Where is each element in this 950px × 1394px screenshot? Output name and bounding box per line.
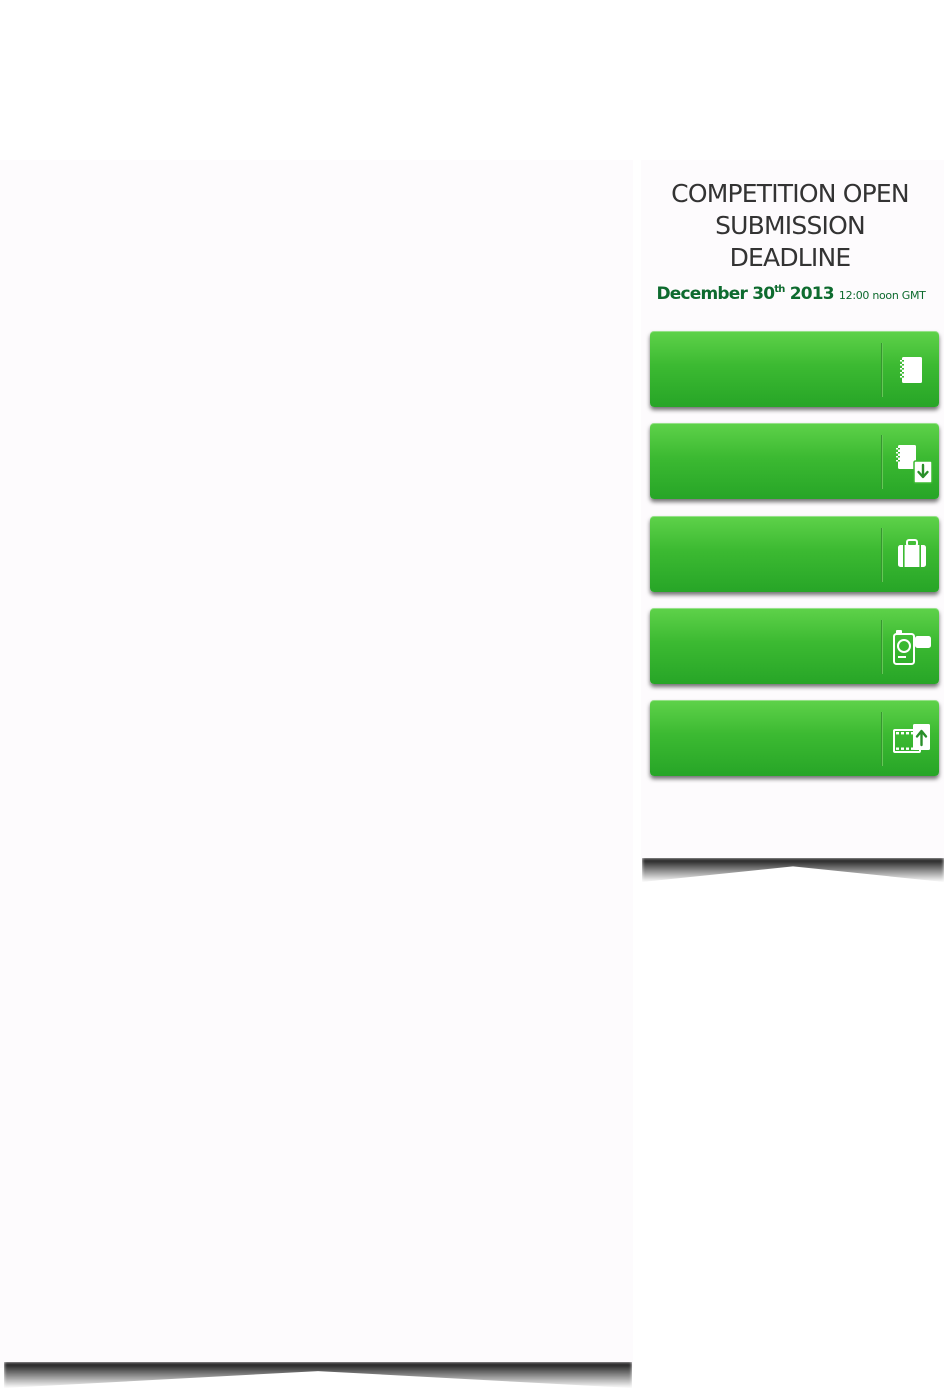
deadline-day: December 30 — [656, 284, 775, 304]
deadline-text: December 30th 2013 12:00 noon GMT — [641, 284, 941, 304]
main-panel-shadow — [4, 1362, 632, 1390]
sidebar-button-upload[interactable] — [650, 700, 939, 776]
document-download-icon — [896, 445, 933, 484]
sidebar-button-video[interactable] — [650, 608, 939, 684]
deadline-ordinal: th — [774, 284, 785, 295]
sidebar-button-guidelines[interactable] — [650, 331, 939, 407]
deadline-time: 12:00 noon GMT — [838, 289, 926, 302]
sidebar-panel-shadow — [642, 858, 944, 884]
deadline-year: 2013 — [789, 284, 835, 304]
headline-line-3: DEADLINE — [729, 243, 852, 272]
notebook-icon — [900, 357, 922, 383]
button-divider — [881, 528, 883, 582]
main-content-panel — [0, 160, 633, 1368]
video-camera-icon — [893, 630, 931, 665]
film-upload-icon — [893, 724, 930, 753]
button-divider — [881, 343, 883, 397]
deadline-date: December 30th 2013 — [656, 284, 835, 304]
sidebar-button-portfolio[interactable] — [650, 516, 939, 592]
briefcase-icon — [898, 539, 926, 567]
headline-line-2: SUBMISSION — [715, 211, 866, 240]
button-divider — [881, 435, 883, 489]
button-divider — [881, 620, 883, 674]
competition-headline: COMPETITION OPEN SUBMISSION DEADLINE — [641, 178, 939, 274]
headline-line-1: COMPETITION OPEN — [671, 179, 909, 208]
button-divider — [881, 712, 883, 766]
sidebar-button-download[interactable] — [650, 423, 939, 499]
